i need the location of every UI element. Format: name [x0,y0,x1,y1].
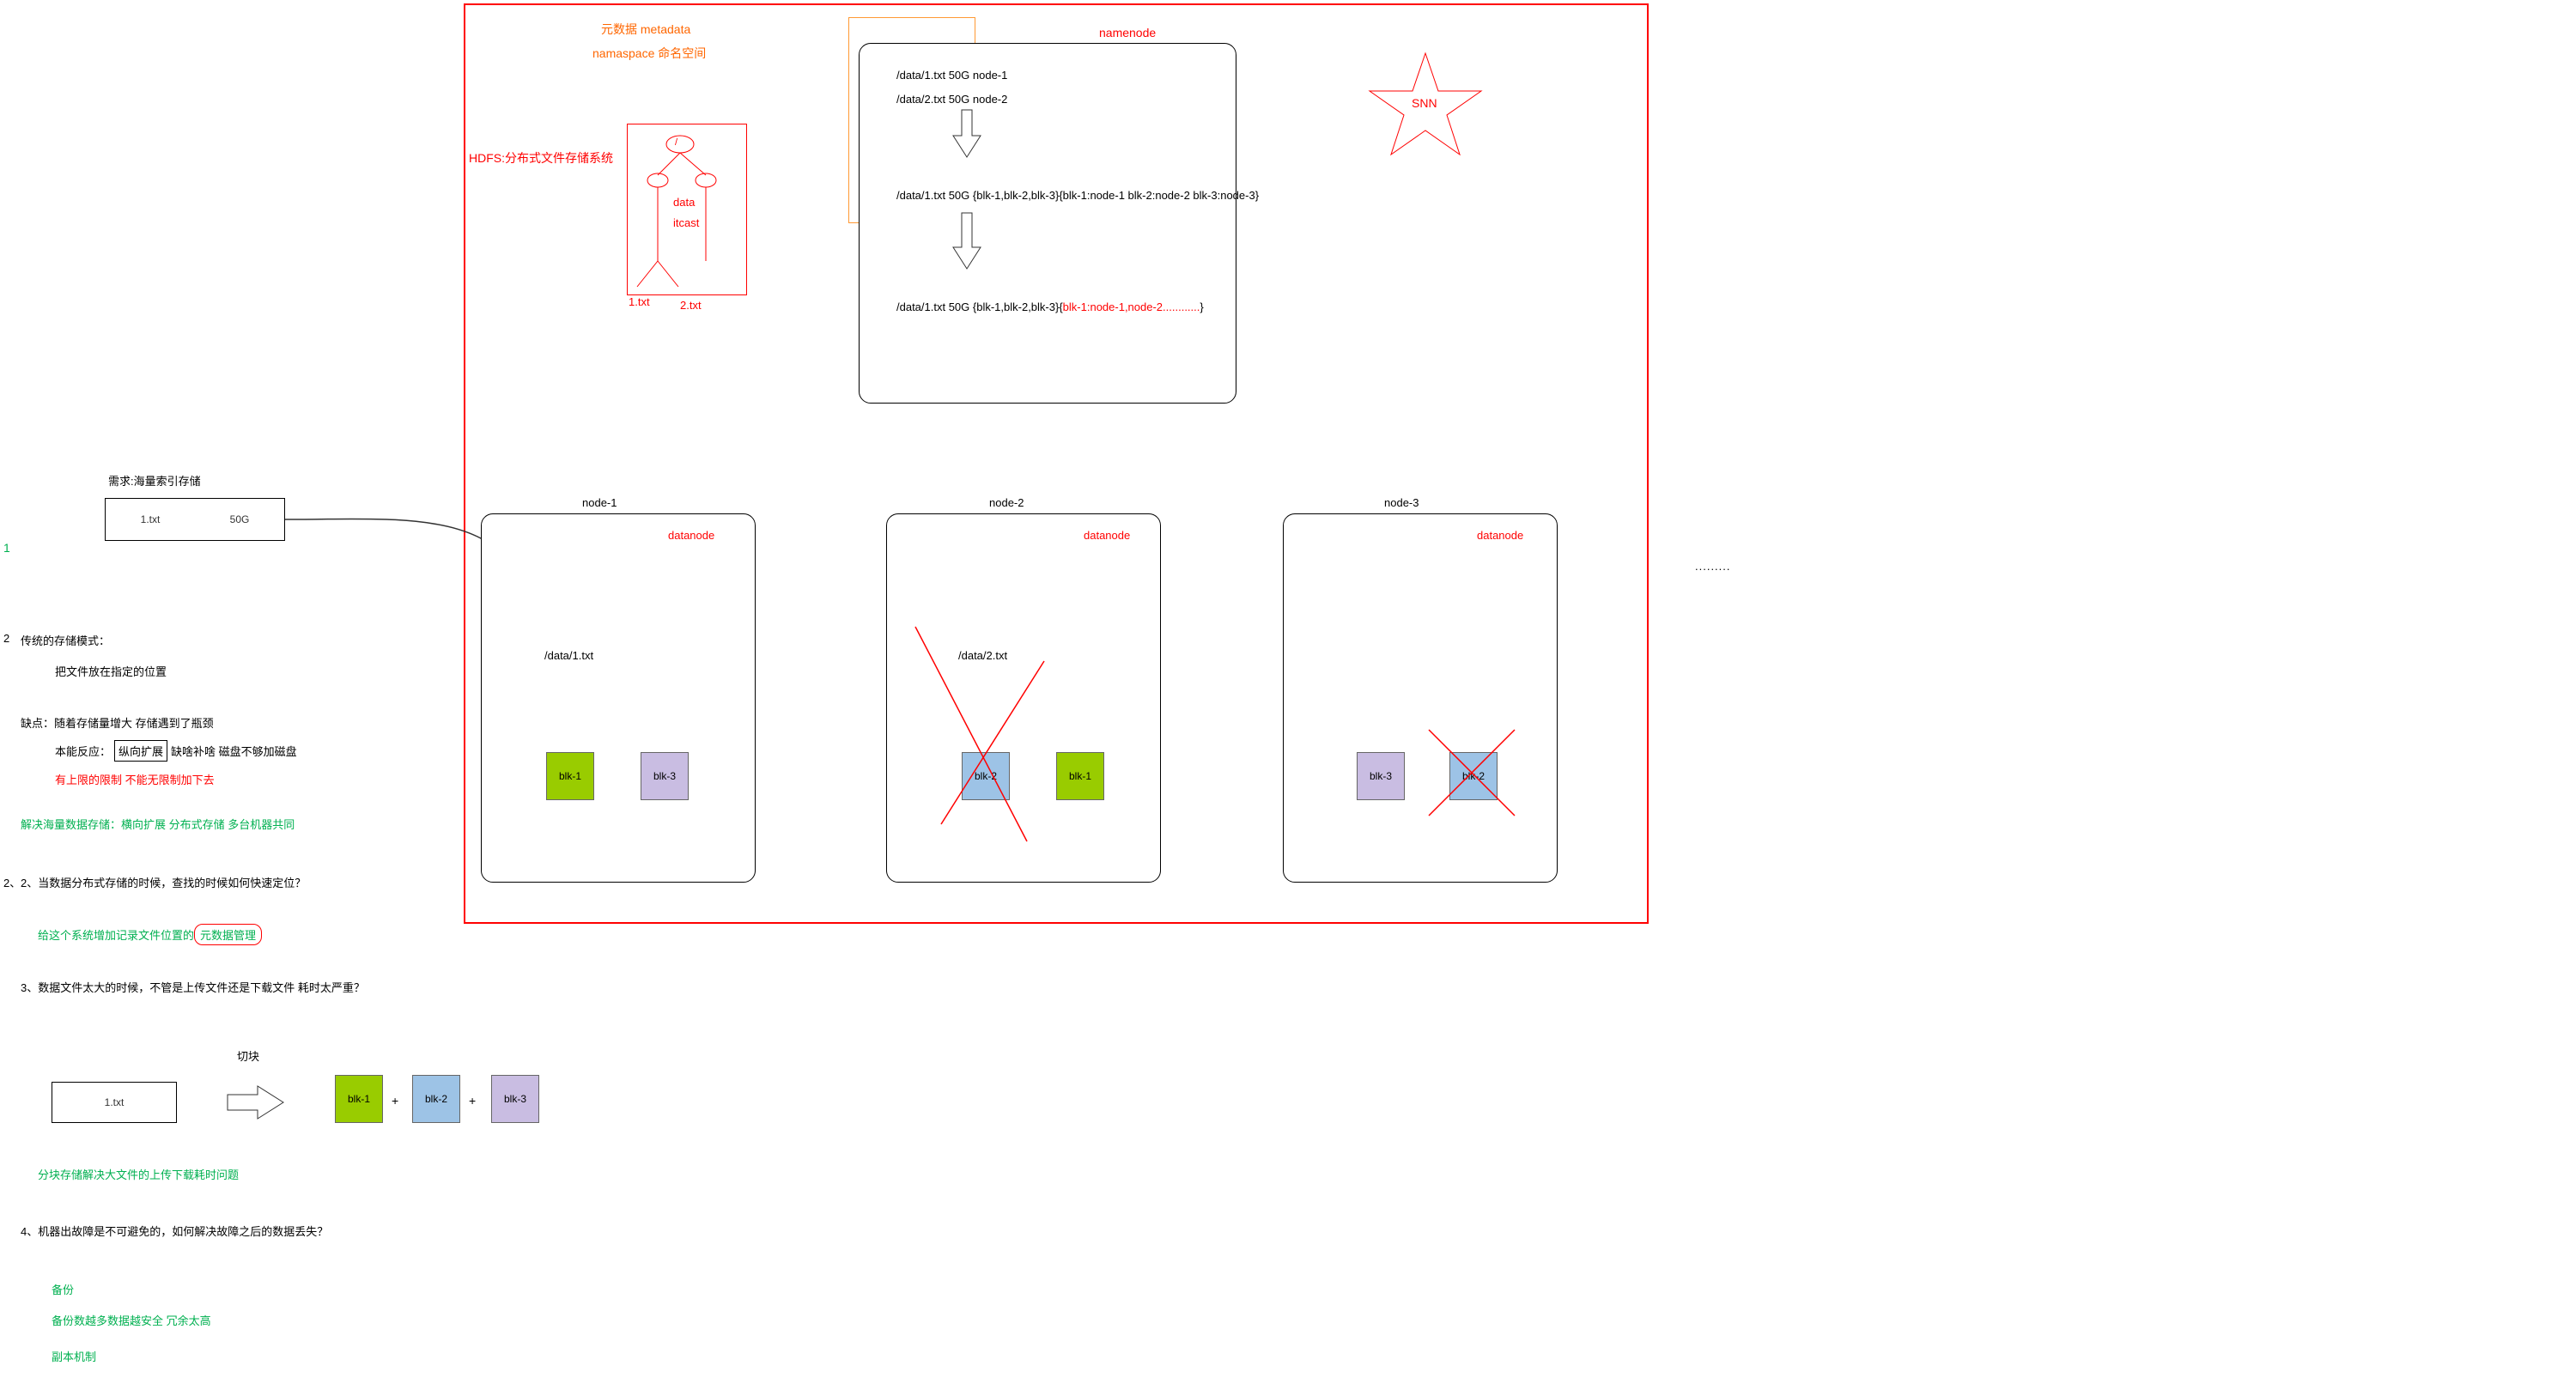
node2-title: node-2 [989,496,1024,509]
nn-row3-suf: } [1200,300,1203,313]
q1-text-b: 把文件放在指定的位置 [55,663,167,679]
file-name: 1.txt [141,513,161,525]
q3-arrow [223,1082,292,1123]
tree-data: data [673,196,695,209]
nn-row3-pre: /data/1.txt 50G {blk-1,blk-2,blk-3}{ [896,300,1063,313]
q2-text: 2、当数据分布式存储的时候，查找的时候如何快速定位？ [21,874,306,890]
q4-text: 4、机器出故障是不可避免的，如何解决故障之后的数据丢失？ [21,1223,328,1239]
nn-row3-red: blk-1:node-1,node-2............ [1063,300,1200,313]
node1-file: /data/1.txt [544,649,593,662]
marker-1: 1 [3,541,10,555]
tree-svg [627,124,747,295]
q3-text: 3、数据文件太大的时候，不管是上传文件还是下载文件 耗时太严重？ [21,979,365,995]
arrow-down-1 [953,110,987,161]
q3-plus1: + [392,1094,398,1108]
node3-role: datanode [1477,529,1523,542]
q4-a: 备份 [52,1281,74,1297]
node3-blk1: blk-3 [1357,752,1405,800]
q3-ans: 分块存储解决大文件的上传下载耗时问题 [38,1166,239,1182]
metadata-label-1: 元数据 metadata [601,21,690,38]
q2-num: 2、 [3,874,21,890]
namenode-title: namenode [1099,26,1156,39]
q2-ans: 给这个系统增加记录文件位置的 元数据管理 [38,924,262,945]
tree-f2: 2.txt [680,299,702,312]
nn-row2: /data/1.txt 50G {blk-1,blk-2,blk-3}{blk-… [896,189,1259,202]
need-label: 需求:海量索引存储 [108,472,201,489]
tree-itcast: itcast [673,216,699,229]
node1-blk1: blk-1 [546,752,594,800]
node1-title: node-1 [582,496,617,509]
node3-box [1283,513,1558,883]
q1-text-d: 本能反应： 纵向扩展 缺啥补啥 磁盘不够加磁盘 [55,740,297,762]
metadata-label-2: namaspace 命名空间 [592,45,706,62]
q3-blk2: blk-2 [412,1075,460,1123]
arrow-down-2 [953,213,987,273]
nn-row1a: /data/1.txt 50G node-1 [896,69,1007,82]
q3-plus2: + [469,1094,476,1108]
node2-x [915,627,1078,850]
node1-role: datanode [668,529,714,542]
q1-d-pre: 本能反应： [55,743,111,759]
ellipsis: ......... [1695,560,1731,573]
node3-title: node-3 [1384,496,1419,509]
q1-d-post: 缺啥补啥 磁盘不够加磁盘 [171,743,297,759]
q3-file-box: 1.txt [52,1082,177,1123]
q2-ans-pre: 给这个系统增加记录文件位置的 [38,926,194,943]
snn-label: SNN [1412,96,1437,110]
nn-row1b: /data/2.txt 50G node-2 [896,93,1007,106]
node3-x [1429,730,1523,824]
q1-text-c: 缺点：随着存储量增大 存储遇到了瓶颈 [21,714,214,731]
q4-c: 副本机制 [52,1348,96,1364]
q3-blk1: blk-1 [335,1075,383,1123]
q1-text-f: 解决海量数据存储：横向扩展 分布式存储 多台机器共同 [21,816,295,832]
q3-cut: 切块 [237,1047,259,1064]
node1-blk2: blk-3 [641,752,689,800]
node2-role: datanode [1084,529,1130,542]
q1-text-a: 传统的存储模式： [21,632,110,648]
tree-root: / [675,137,677,148]
q2-ans-circled: 元数据管理 [194,924,262,945]
q1-text-e: 有上限的限制 不能无限制加下去 [55,771,215,787]
file-box: 1.txt 50G [105,498,285,541]
q1-a: 2 [3,632,9,645]
q3-blk3: blk-3 [491,1075,539,1123]
q1-d-box: 纵向扩展 [114,740,167,762]
q3-file: 1.txt [105,1096,125,1108]
q4-b: 备份数越多数据越安全 冗余太高 [52,1312,211,1328]
file-size: 50G [230,513,250,525]
nn-row3: /data/1.txt 50G {blk-1,blk-2,blk-3}{blk-… [896,300,1204,313]
tree-f1: 1.txt [629,295,650,308]
hdfs-label: HDFS:分布式文件存储系统 [469,149,613,167]
node1-box [481,513,756,883]
